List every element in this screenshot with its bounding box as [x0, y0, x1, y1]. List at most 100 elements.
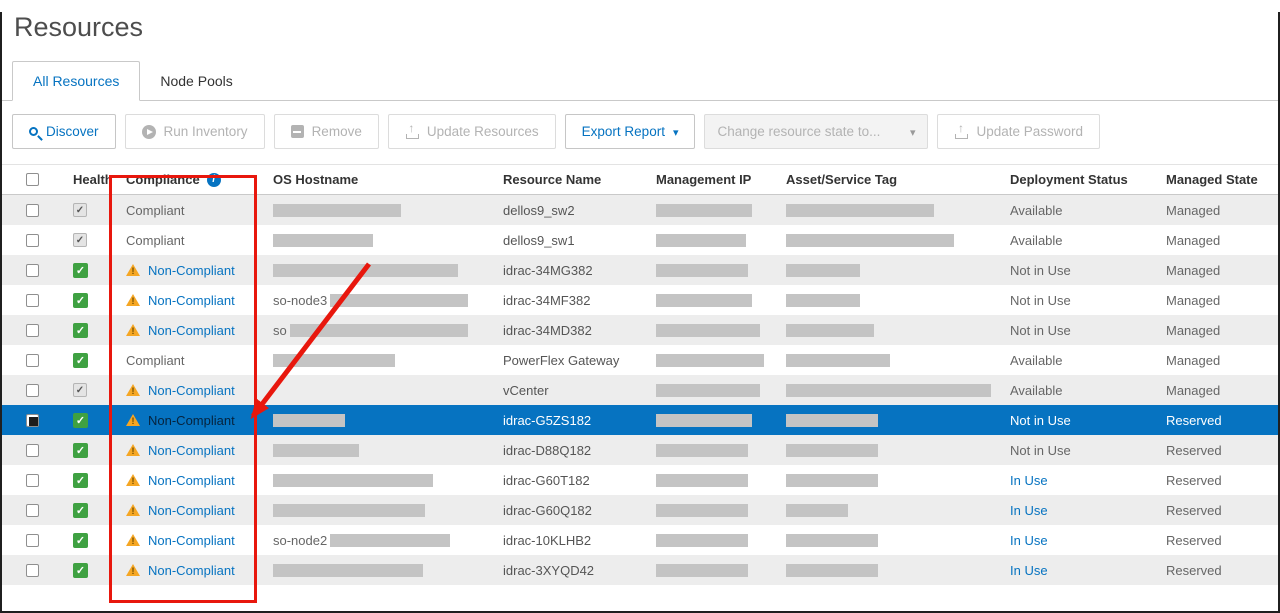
tab-node-pools[interactable]: Node Pools [140, 62, 252, 100]
col-resource-name[interactable]: Resource Name [487, 165, 640, 194]
resource-name-cell: dellos9_sw2 [487, 195, 640, 225]
table-row[interactable]: ✓Non-Compliantidrac-G60Q182In UseReserve… [2, 495, 1278, 525]
col-health[interactable]: Health [57, 165, 110, 194]
info-icon[interactable] [207, 173, 221, 187]
warning-icon [126, 564, 140, 576]
resource-name: idrac-3XYQD42 [503, 563, 594, 578]
compliance-link[interactable]: Non-Compliant [148, 383, 235, 398]
compliance-link[interactable]: Non-Compliant [148, 323, 235, 338]
table-row[interactable]: ✓Non-Compliantidrac-D88Q182Not in UseRes… [2, 435, 1278, 465]
row-checkbox[interactable] [26, 294, 39, 307]
table-row[interactable]: ✓Non-Compliantidrac-3XYQD42In UseReserve… [2, 555, 1278, 585]
row-checkbox[interactable] [26, 324, 39, 337]
table-row[interactable]: ✓Non-Compliantidrac-34MG382Not in UseMan… [2, 255, 1278, 285]
redacted-text [656, 384, 760, 397]
resource-name: idrac-34MD382 [503, 323, 592, 338]
row-checkbox[interactable] [26, 534, 39, 547]
table-row[interactable]: ✓Compliantdellos9_sw2AvailableManaged [2, 195, 1278, 225]
update-resources-button[interactable]: Update Resources [388, 114, 556, 149]
col-deployment-status[interactable]: Deployment Status [994, 165, 1150, 194]
compliance-link[interactable]: Non-Compliant [148, 293, 235, 308]
managed-state-cell: Reserved [1150, 525, 1278, 555]
deployment-status[interactable]: In Use [1010, 563, 1048, 578]
compliance-link[interactable]: Non-Compliant [148, 263, 235, 278]
management-ip-cell [640, 405, 770, 435]
row-checkbox[interactable] [26, 234, 39, 247]
redacted-text [656, 534, 748, 547]
managed-state: Reserved [1166, 473, 1222, 488]
col-compliance[interactable]: Compliance [110, 165, 257, 194]
resource-name-cell: vCenter [487, 375, 640, 405]
health-cell: ✓ [57, 465, 110, 495]
row-checkbox[interactable] [26, 444, 39, 457]
search-icon [29, 127, 38, 136]
col-managed-state[interactable]: Managed State [1150, 165, 1278, 194]
redacted-text [786, 234, 954, 247]
row-checkbox[interactable] [26, 204, 39, 217]
management-ip-cell [640, 525, 770, 555]
run-inventory-button[interactable]: Run Inventory [125, 114, 265, 149]
redacted-text [786, 414, 878, 427]
redacted-text [656, 564, 748, 577]
managed-state: Reserved [1166, 503, 1222, 518]
table-row[interactable]: ✓Non-Compliantso-node3idrac-34MF382Not i… [2, 285, 1278, 315]
deployment-status[interactable]: In Use [1010, 503, 1048, 518]
discover-button[interactable]: Discover [12, 114, 116, 149]
row-checkbox[interactable] [26, 504, 39, 517]
checkbox-cell [2, 465, 57, 495]
table-row[interactable]: ✓Compliantdellos9_sw1AvailableManaged [2, 225, 1278, 255]
compliance-link[interactable]: Non-Compliant [148, 443, 235, 458]
table-row[interactable]: ✓Non-Compliantidrac-G60T182In UseReserve… [2, 465, 1278, 495]
row-checkbox[interactable] [26, 384, 39, 397]
tab-all-resources[interactable]: All Resources [12, 61, 140, 101]
select-all-checkbox[interactable] [26, 173, 39, 186]
compliance-link[interactable]: Non-Compliant [148, 533, 235, 548]
compliance-link[interactable]: Non-Compliant [148, 413, 235, 428]
row-checkbox[interactable] [26, 264, 39, 277]
table-row[interactable]: ✓CompliantPowerFlex GatewayAvailableMana… [2, 345, 1278, 375]
compliance-link[interactable]: Non-Compliant [148, 503, 235, 518]
redacted-text [273, 264, 458, 277]
health-cell: ✓ [57, 495, 110, 525]
row-checkbox[interactable] [26, 474, 39, 487]
table-row[interactable]: ✓Non-Compliantso-node2idrac-10KLHB2In Us… [2, 525, 1278, 555]
row-checkbox[interactable] [26, 414, 39, 427]
os-hostname-cell [257, 225, 487, 255]
resource-name: idrac-10KLHB2 [503, 533, 591, 548]
table-row[interactable]: ✓Non-Compliantsoidrac-34MD382Not in UseM… [2, 315, 1278, 345]
row-checkbox[interactable] [26, 354, 39, 367]
deployment-status[interactable]: In Use [1010, 533, 1048, 548]
table-row[interactable]: ✓Non-CompliantvCenterAvailableManaged [2, 375, 1278, 405]
managed-state: Managed [1166, 323, 1220, 338]
change-resource-state-dropdown[interactable]: Change resource state to... [704, 114, 928, 149]
update-password-button[interactable]: Update Password [937, 114, 1100, 149]
health-cell: ✓ [57, 285, 110, 315]
redacted-text [273, 444, 359, 457]
asset-service-tag-cell [770, 435, 994, 465]
checkbox-cell [2, 405, 57, 435]
health-cell: ✓ [57, 525, 110, 555]
tab-bar: All Resources Node Pools [2, 59, 1278, 101]
deployment-status-cell: Available [994, 195, 1150, 225]
resource-name-cell: PowerFlex Gateway [487, 345, 640, 375]
compliance-link[interactable]: Non-Compliant [148, 563, 235, 578]
row-checkbox[interactable] [26, 564, 39, 577]
health-ok-icon: ✓ [73, 563, 88, 578]
managed-state: Managed [1166, 293, 1220, 308]
table-row[interactable]: ✓Non-Compliantidrac-G5ZS182Not in UseRes… [2, 405, 1278, 435]
os-hostname-cell [257, 345, 487, 375]
resource-name-cell: idrac-34MG382 [487, 255, 640, 285]
compliance-cell: Compliant [110, 225, 257, 255]
col-os-hostname[interactable]: OS Hostname [257, 165, 487, 194]
compliance-link[interactable]: Non-Compliant [148, 473, 235, 488]
export-report-button[interactable]: Export Report [565, 114, 696, 149]
managed-state: Managed [1166, 353, 1220, 368]
deployment-status: Available [1010, 233, 1063, 248]
upload-icon [954, 125, 968, 139]
remove-button[interactable]: Remove [274, 114, 379, 149]
deployment-status[interactable]: In Use [1010, 473, 1048, 488]
resource-name: idrac-34MF382 [503, 293, 590, 308]
redacted-text [273, 564, 423, 577]
col-asset-service-tag[interactable]: Asset/Service Tag [770, 165, 994, 194]
col-management-ip[interactable]: Management IP [640, 165, 770, 194]
